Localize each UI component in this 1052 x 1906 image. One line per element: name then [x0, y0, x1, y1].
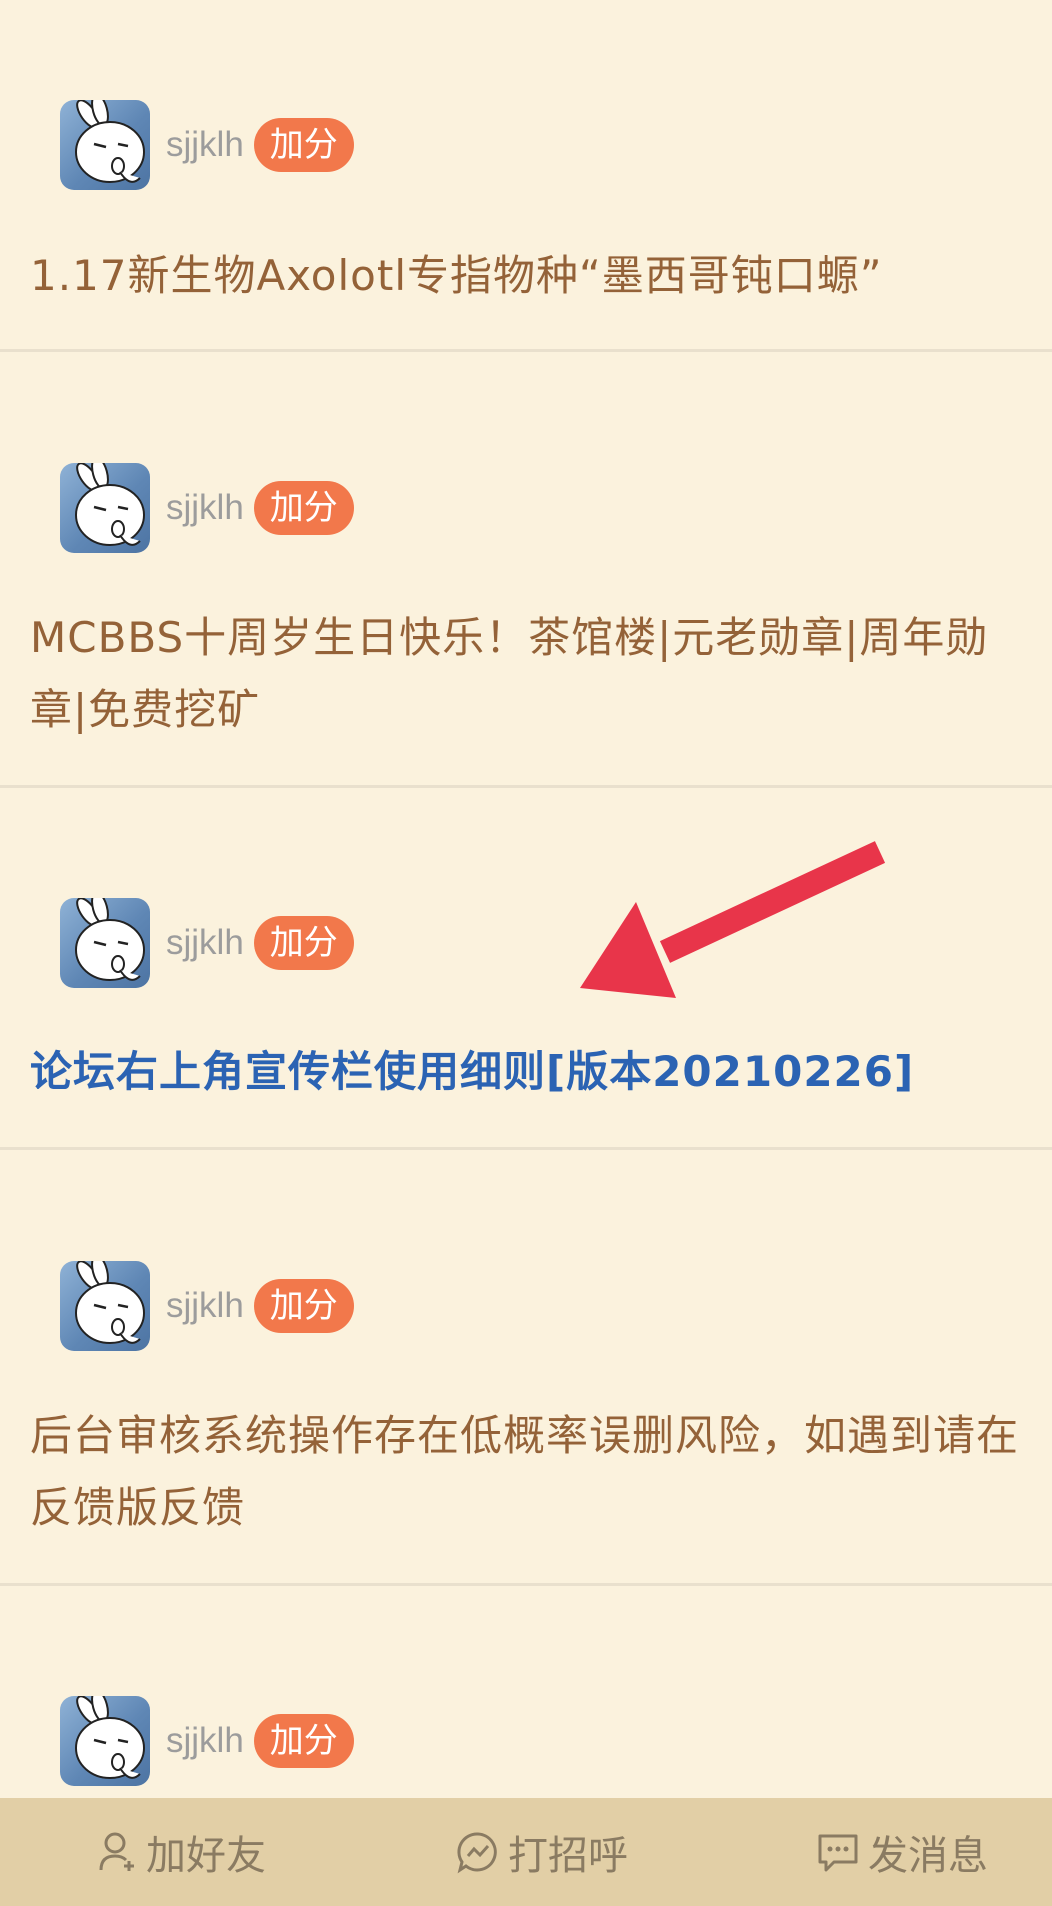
add-score-badge[interactable]: 加分	[253, 1714, 354, 1768]
rabbit-avatar-icon	[75, 100, 145, 183]
add-score-badge[interactable]: 加分	[253, 1279, 354, 1333]
author-row: sjjklh 加分	[60, 1261, 354, 1351]
add-friend-label: 加好友	[146, 1833, 266, 1879]
author-row: sjjklh 加分	[60, 1696, 354, 1786]
bottom-action-bar: 加好友 打招呼 发消息	[0, 1798, 1052, 1906]
post-feed: sjjklh 加分 1.17新生物Axolotl专指物种“墨西哥钝口螈” sjj…	[0, 0, 1052, 1798]
user-avatar[interactable]	[60, 1696, 150, 1786]
greet-button[interactable]: 打招呼	[456, 1798, 628, 1906]
add-score-badge[interactable]: 加分	[253, 481, 354, 535]
rabbit-avatar-icon	[75, 1696, 145, 1779]
user-avatar[interactable]	[60, 898, 150, 988]
post-title[interactable]: MCBBS十周岁生日快乐！茶馆楼|元老勋章|周年勋章|免费挖矿	[30, 602, 1032, 746]
post-title[interactable]: 1.17新生物Axolotl专指物种“墨西哥钝口螈”	[30, 240, 1032, 312]
user-avatar[interactable]	[60, 1261, 150, 1351]
person-plus-icon	[99, 1832, 134, 1871]
post-item[interactable]: sjjklh 加分 MCBBS十周岁生日快乐！茶馆楼|元老勋章|周年勋章|免费挖…	[0, 352, 1052, 788]
username[interactable]: sjjklh	[166, 1721, 244, 1761]
author-row: sjjklh 加分	[60, 898, 354, 988]
post-item[interactable]: sjjklh 加分 后台审核系统操作存在低概率误删风险，如遇到请在反馈版反馈	[0, 1150, 1052, 1586]
message-icon	[818, 1834, 858, 1872]
author-row: sjjklh 加分	[60, 463, 354, 553]
chat-wave-icon	[457, 1832, 497, 1874]
username[interactable]: sjjklh	[166, 923, 244, 963]
rabbit-avatar-icon	[75, 1261, 145, 1344]
post-title-link[interactable]: 论坛右上角宣传栏使用细则[版本20210226]	[30, 1036, 1032, 1108]
add-score-badge[interactable]: 加分	[253, 118, 354, 172]
send-message-button[interactable]: 发消息	[816, 1798, 988, 1906]
username[interactable]: sjjklh	[166, 125, 244, 165]
username[interactable]: sjjklh	[166, 488, 244, 528]
post-item[interactable]: sjjklh 加分	[0, 1586, 1052, 1798]
send-message-label: 发消息	[868, 1833, 988, 1879]
post-item[interactable]: sjjklh 加分 1.17新生物Axolotl专指物种“墨西哥钝口螈”	[0, 0, 1052, 352]
username[interactable]: sjjklh	[166, 1286, 244, 1326]
add-score-badge[interactable]: 加分	[253, 916, 354, 970]
user-avatar[interactable]	[60, 463, 150, 553]
add-friend-button[interactable]: 加好友	[98, 1798, 266, 1906]
rabbit-avatar-icon	[75, 898, 145, 981]
rabbit-avatar-icon	[75, 463, 145, 546]
post-title[interactable]: 后台审核系统操作存在低概率误删风险，如遇到请在反馈版反馈	[30, 1400, 1032, 1544]
author-row: sjjklh 加分	[60, 100, 354, 190]
red-arrow-annotation	[580, 841, 886, 998]
user-avatar[interactable]	[60, 100, 150, 190]
greet-label: 打招呼	[508, 1833, 628, 1879]
